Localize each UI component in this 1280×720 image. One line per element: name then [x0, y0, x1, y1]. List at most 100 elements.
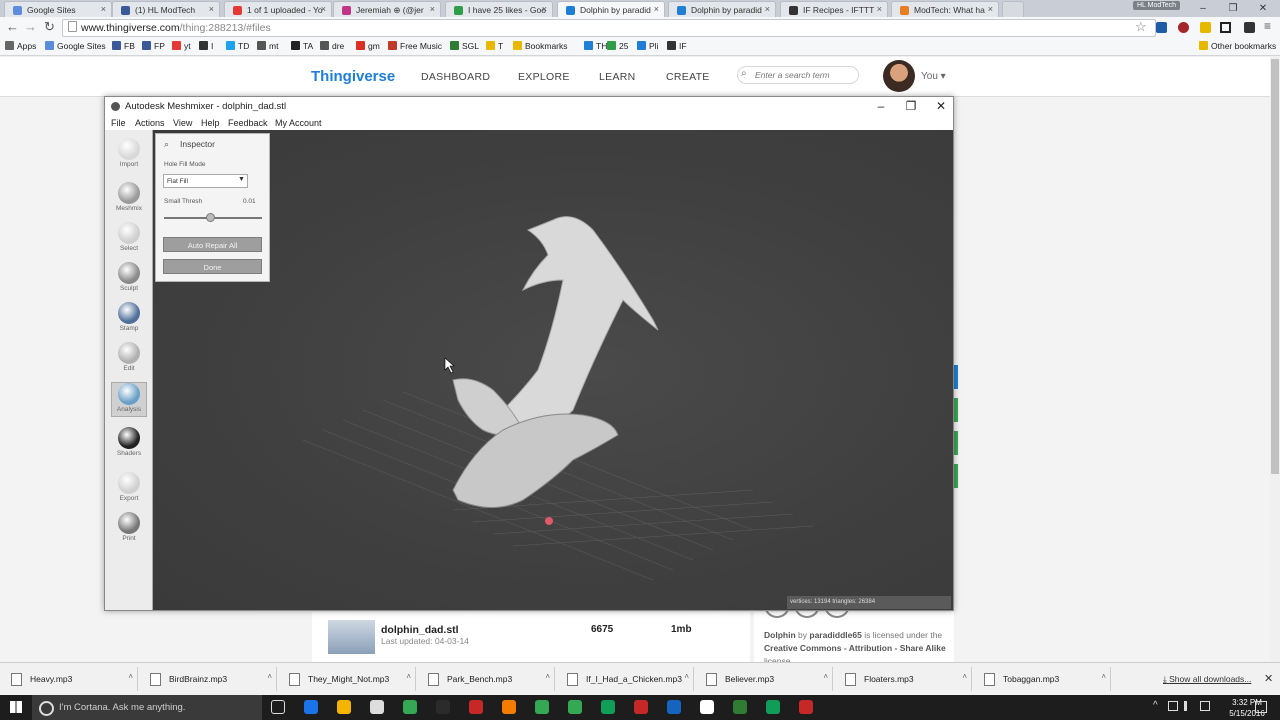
close-icon[interactable]: × [877, 4, 882, 14]
download-item[interactable]: They_Might_Not.mp3 ˄ [280, 667, 416, 691]
bookmark-item[interactable]: gm [356, 41, 380, 51]
site-logo[interactable]: Thingiverse [311, 68, 395, 85]
bookmark-item[interactable]: SGL [450, 41, 479, 51]
side-button[interactable] [954, 431, 958, 455]
close-icon[interactable]: × [654, 4, 659, 14]
browser-tab[interactable]: Dolphin by paradid × [668, 1, 776, 17]
bookmark-item[interactable]: Bookmarks [513, 41, 568, 51]
tool-edit[interactable]: Edit [105, 342, 153, 372]
bookmark-item[interactable]: T [486, 41, 503, 51]
menu-actions[interactable]: Actions [135, 118, 165, 128]
hole-fill-select[interactable]: Flat Fill [163, 174, 248, 188]
close-icon[interactable]: ✕ [1264, 672, 1273, 685]
tool-select[interactable]: Select [105, 222, 153, 252]
firefox-icon[interactable] [502, 700, 516, 714]
user-menu[interactable]: You ▾ [921, 71, 946, 82]
task-view-icon[interactable] [271, 700, 285, 714]
action-center-icon[interactable] [1255, 701, 1267, 713]
nav-dashboard[interactable]: DASHBOARD [421, 71, 490, 83]
bookmark-item[interactable]: I [199, 41, 213, 51]
site-search-input[interactable]: Enter a search term [737, 66, 859, 84]
download-item[interactable]: Heavy.mp3 ˄ [2, 667, 138, 691]
tool-import[interactable]: Import [105, 138, 153, 168]
bookmark-item[interactable]: FB [112, 41, 135, 51]
browser-tab[interactable]: Jeremiah ⊕ (@jer × [333, 1, 441, 17]
extension-icon[interactable] [1244, 22, 1255, 33]
file-explorer-icon[interactable] [337, 700, 351, 714]
download-item[interactable]: If_I_Had_a_Chicken.mp3 ˄ [558, 667, 694, 691]
extension-icon[interactable] [1200, 22, 1211, 33]
forward-arrow-icon[interactable]: → [24, 19, 37, 34]
browser-tab[interactable]: 1 of 1 uploaded - Yo × [224, 1, 332, 17]
chevron-down-icon[interactable]: ˄ [267, 672, 272, 681]
chevron-down-icon[interactable]: ˄ [962, 672, 967, 681]
chrome-icon[interactable] [568, 700, 582, 714]
menu-view[interactable]: View [173, 118, 192, 128]
nav-create[interactable]: CREATE [666, 71, 710, 83]
pivot-marker[interactable] [545, 517, 553, 525]
browser-tab[interactable]: Dolphin by paradid × [557, 1, 665, 17]
scrollbar-thumb[interactable] [1271, 59, 1279, 474]
bookmark-item[interactable]: mt [257, 41, 278, 51]
profile-badge[interactable]: HL ModTech [1133, 1, 1181, 10]
bookmark-item[interactable]: dre [320, 41, 344, 51]
done-button[interactable]: Done [163, 259, 262, 274]
menu-my-account[interactable]: My Account [275, 118, 322, 128]
bookmark-item[interactable]: TD [226, 41, 249, 51]
bookmark-item[interactable]: yt [172, 41, 191, 51]
tray-chevron-icon[interactable]: ^ [1153, 700, 1158, 711]
app-icon[interactable] [436, 700, 450, 714]
side-button[interactable] [954, 464, 958, 488]
other-bookmarks[interactable]: Other bookmarks [1199, 41, 1276, 51]
app-icon[interactable] [766, 700, 780, 714]
extension-icon[interactable] [1220, 22, 1231, 33]
tool-sculpt[interactable]: Sculpt [105, 262, 153, 292]
chrome-icon[interactable] [535, 700, 549, 714]
close-icon[interactable]: × [765, 4, 770, 14]
side-button[interactable] [954, 398, 958, 422]
bookmark-item[interactable]: TH [584, 41, 607, 51]
menu-feedback[interactable]: Feedback [228, 118, 268, 128]
file-name[interactable]: dolphin_dad.stl [381, 624, 459, 636]
download-item[interactable]: Park_Bench.mp3 ˄ [419, 667, 555, 691]
browser-tab[interactable]: I have 25 likes - Goo × [445, 1, 553, 17]
browser-tab[interactable]: (1) HL ModTech × [112, 1, 220, 17]
menu-file[interactable]: File [111, 118, 126, 128]
bookmark-item[interactable]: Google Sites [45, 41, 106, 51]
show-all-downloads[interactable]: ⤓ Show all downloads... [1163, 674, 1251, 685]
windows-start-icon[interactable] [10, 701, 22, 713]
close-icon[interactable]: × [209, 4, 214, 14]
bookmark-item[interactable]: Apps [5, 41, 36, 51]
keyboard-icon[interactable] [1200, 701, 1210, 711]
volume-icon[interactable] [1184, 701, 1194, 711]
extension-icon[interactable] [1156, 22, 1167, 33]
minimize-icon[interactable]: – [1188, 3, 1218, 14]
download-item[interactable]: Tobaggan.mp3 ˄ [975, 667, 1111, 691]
extension-icon[interactable] [1178, 22, 1189, 33]
close-icon[interactable]: × [988, 4, 993, 14]
star-icon[interactable]: ☆ [1135, 19, 1147, 35]
browser-tab[interactable]: IF Recipes - IFTTT × [780, 1, 888, 17]
license-author[interactable]: paradiddle65 [809, 630, 861, 640]
tool-print[interactable]: Print [105, 512, 153, 542]
address-bar[interactable]: www.thingiverse.com/thing:288213/#files [62, 19, 1156, 37]
browser-tab[interactable]: Google Sites × [4, 1, 112, 17]
chevron-down-icon[interactable]: ˄ [406, 672, 411, 681]
download-item[interactable]: Floaters.mp3 ˄ [836, 667, 972, 691]
download-item[interactable]: Believer.mp3 ˄ [697, 667, 833, 691]
back-arrow-icon[interactable]: ← [6, 19, 19, 34]
menu-help[interactable]: Help [201, 118, 220, 128]
close-icon[interactable]: × [101, 4, 106, 14]
new-tab-button[interactable] [1002, 1, 1024, 17]
app-icon[interactable] [634, 700, 648, 714]
bookmark-item[interactable]: IF [667, 41, 687, 51]
bookmark-item[interactable]: Pli [637, 41, 658, 51]
bookmark-item[interactable]: TA [291, 41, 313, 51]
meshmixer-icon[interactable] [799, 700, 813, 714]
bookmark-item[interactable]: Free Music [388, 41, 442, 51]
bookmark-item[interactable]: 25 [607, 41, 628, 51]
auto-repair-button[interactable]: Auto Repair All [163, 237, 262, 252]
edge-icon[interactable] [304, 700, 318, 714]
network-icon[interactable] [1168, 701, 1178, 711]
reload-icon[interactable]: ↻ [44, 19, 55, 35]
